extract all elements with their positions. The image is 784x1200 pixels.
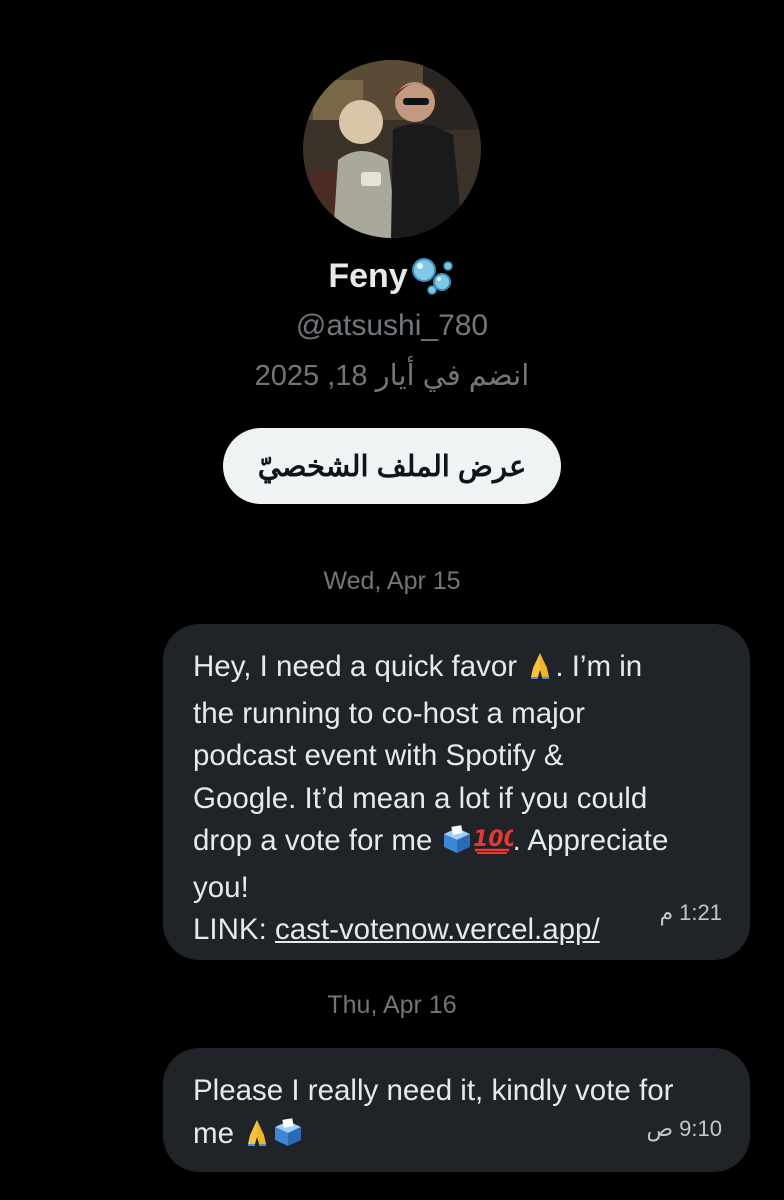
bubbles-icon xyxy=(410,256,456,296)
message-text: Please I really need it, kindly vote for… xyxy=(193,1070,722,1159)
message-bubble[interactable]: Please I really need it, kindly vote for… xyxy=(163,1048,750,1172)
folded-hands-icon xyxy=(242,1117,272,1160)
date-divider: Wed, Apr 15 xyxy=(323,567,461,595)
avatar[interactable] xyxy=(303,60,481,238)
message-timestamp: 9:10 ص xyxy=(646,1115,722,1141)
svg-text:100: 100 xyxy=(473,827,513,852)
ballot-box-icon xyxy=(272,1117,304,1160)
view-profile-button[interactable]: عرض الملف الشخصيّ xyxy=(223,428,561,504)
hundred-points-icon: 100 xyxy=(473,824,519,867)
folded-hands-icon xyxy=(525,650,555,693)
ballot-box-icon xyxy=(441,824,473,867)
message-link[interactable]: cast-votenow.vercel.app/ xyxy=(275,913,600,946)
display-name: Feny xyxy=(328,257,408,295)
user-handle: @atsushi_780 xyxy=(295,309,489,342)
message-bubble[interactable]: Hey, I need a quick favor . I’m in the r… xyxy=(163,624,750,960)
message-timestamp: 1:21 م xyxy=(659,899,722,925)
date-divider: Thu, Apr 16 xyxy=(327,991,457,1019)
message-text: Hey, I need a quick favor . I’m in the r… xyxy=(193,650,669,946)
joined-date: انضم في أيار 18, 2025 xyxy=(254,360,530,392)
